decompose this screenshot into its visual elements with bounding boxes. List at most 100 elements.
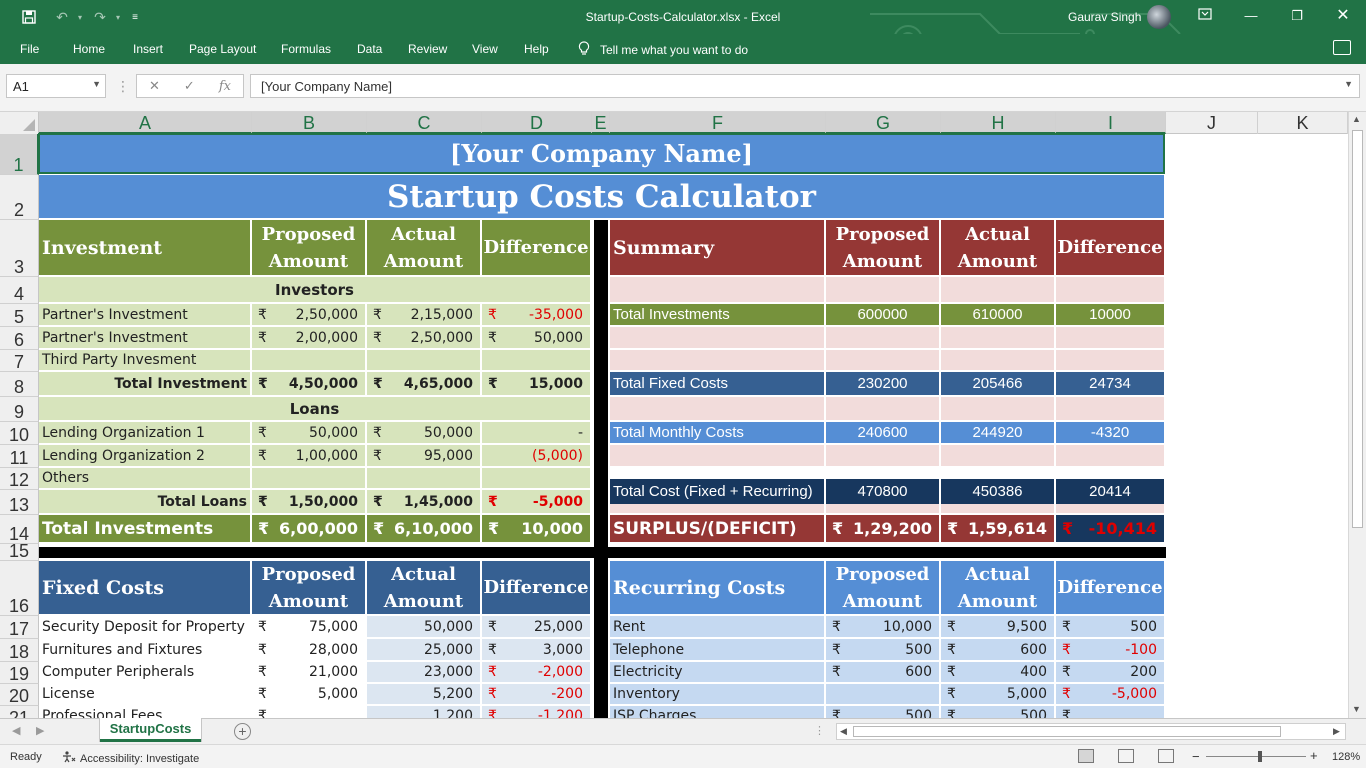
summary-monthly-costs-label[interactable]: Total Monthly Costs xyxy=(610,422,824,443)
fixed-cost-actual-4[interactable]: 5,200 xyxy=(367,684,480,704)
investor-actual-1[interactable]: ₹2,15,000 xyxy=(367,304,480,325)
summary-blank-h7[interactable] xyxy=(941,350,1054,370)
tab-page-layout[interactable]: Page Layout xyxy=(189,42,256,56)
summary-blank-i7[interactable] xyxy=(1056,350,1164,370)
zoom-slider-knob[interactable] xyxy=(1258,751,1262,762)
fixed-cost-proposed-4[interactable]: ₹5,000 xyxy=(252,684,365,704)
tab-review[interactable]: Review xyxy=(408,42,447,56)
column-header-e[interactable]: E xyxy=(592,112,610,134)
accessibility-status[interactable]: Accessibility: Investigate xyxy=(62,751,199,766)
comments-icon[interactable] xyxy=(1333,40,1351,55)
row-header-9[interactable]: 9 xyxy=(0,397,39,422)
fixed-cost-difference-1[interactable]: ₹25,000 xyxy=(482,616,590,637)
row-header-8[interactable]: 8 xyxy=(0,372,39,397)
recurring-cost-actual-3[interactable]: ₹400 xyxy=(941,662,1054,682)
restore-icon[interactable]: ❐ xyxy=(1282,6,1312,26)
investor-difference-3[interactable] xyxy=(482,350,590,370)
total-investment-actual[interactable]: ₹4,65,000 xyxy=(367,372,480,395)
normal-view-icon[interactable] xyxy=(1078,749,1094,763)
investor-name-2[interactable]: Partner's Investment xyxy=(39,327,250,348)
fixed-cost-proposed-5[interactable]: ₹ xyxy=(252,706,365,718)
investor-proposed-2[interactable]: ₹2,00,000 xyxy=(252,327,365,348)
zoom-level[interactable]: 128% xyxy=(1332,751,1360,763)
row-header-14[interactable]: 14 xyxy=(0,515,39,544)
select-all-corner[interactable] xyxy=(0,112,39,134)
recurring-cost-name-3[interactable]: Electricity xyxy=(610,662,824,682)
summary-blank-f4[interactable] xyxy=(610,277,824,302)
surplus-actual[interactable]: ₹1,59,614 xyxy=(941,515,1054,542)
summary-blank-i11[interactable] xyxy=(1056,445,1164,466)
row-header-15[interactable]: 15 xyxy=(0,542,39,561)
column-header-g[interactable]: G xyxy=(826,112,941,134)
user-name[interactable]: Gaurav Singh xyxy=(1068,10,1141,24)
total-investments-actual[interactable]: ₹6,10,000 xyxy=(367,515,480,542)
summary-blank-f6[interactable] xyxy=(610,327,824,348)
formula-input[interactable]: [Your Company Name] ▼ xyxy=(250,74,1360,98)
recurring-cost-name-5[interactable]: ISP Charges xyxy=(610,706,824,718)
row-header-17[interactable]: 17 xyxy=(0,616,39,639)
loan-actual-3[interactable] xyxy=(367,468,480,488)
row-header-12[interactable]: 12 xyxy=(0,468,39,490)
close-icon[interactable]: ✕ xyxy=(1328,6,1358,26)
enter-check-icon[interactable]: ✓ xyxy=(184,78,195,94)
recurring-cost-difference-4[interactable]: ₹ -5,000 xyxy=(1056,684,1164,704)
column-header-k[interactable]: K xyxy=(1258,112,1348,134)
recurring-cost-proposed-1[interactable]: ₹10,000 xyxy=(826,616,939,637)
summary-header-proposed[interactable]: Proposed Amount xyxy=(826,220,939,275)
fixed-cost-name-5[interactable]: Professional Fees xyxy=(39,706,250,718)
column-header-i[interactable]: I xyxy=(1056,112,1166,134)
fixed-costs-header-label[interactable]: Fixed Costs xyxy=(39,561,250,614)
scroll-down-icon[interactable]: ▼ xyxy=(1352,704,1361,714)
surplus-proposed[interactable]: ₹1,29,200 xyxy=(826,515,939,542)
total-investment-proposed[interactable]: ₹4,50,000 xyxy=(252,372,365,395)
fixed-costs-header-proposed[interactable]: Proposed Amount xyxy=(252,561,365,614)
fixed-costs-header-actual[interactable]: Actual Amount xyxy=(367,561,480,614)
surplus-label[interactable]: SURPLUS/(DEFICIT) xyxy=(610,515,824,542)
summary-blank-h11[interactable] xyxy=(941,445,1054,466)
total-loans-label[interactable]: Total Loans xyxy=(39,490,250,513)
loan-name-1[interactable]: Lending Organization 1 xyxy=(39,422,250,443)
total-loans-actual[interactable]: ₹1,45,000 xyxy=(367,490,480,513)
recurring-cost-difference-3[interactable]: ₹200 xyxy=(1056,662,1164,682)
summary-fixed-costs-proposed[interactable]: 230200 xyxy=(826,372,939,395)
summary-blank-i6[interactable] xyxy=(1056,327,1164,348)
insert-function-icon[interactable]: fx xyxy=(219,79,231,94)
total-investments-label[interactable]: Total Investments xyxy=(39,515,250,542)
recurring-costs-header-actual[interactable]: Actual Amount xyxy=(941,561,1054,614)
fixed-cost-difference-4[interactable]: ₹ -200 xyxy=(482,684,590,704)
row-header-7[interactable]: 7 xyxy=(0,350,39,372)
row-header-6[interactable]: 6 xyxy=(0,327,39,350)
recurring-cost-difference-1[interactable]: ₹500 xyxy=(1056,616,1164,637)
recurring-cost-actual-4[interactable]: ₹5,000 xyxy=(941,684,1054,704)
summary-total-cost-bg-proposed[interactable]: 470800 xyxy=(826,479,939,504)
summary-blank-h9[interactable] xyxy=(941,397,1054,420)
loan-proposed-2[interactable]: ₹1,00,000 xyxy=(252,445,365,466)
recurring-costs-header-label[interactable]: Recurring Costs xyxy=(610,561,824,614)
investor-proposed-3[interactable] xyxy=(252,350,365,370)
summary-blank-g11[interactable] xyxy=(826,445,939,466)
row-header-16[interactable]: 16 xyxy=(0,561,39,616)
expand-formula-bar-icon[interactable]: ▼ xyxy=(1344,79,1353,89)
row-header-18[interactable]: 18 xyxy=(0,639,39,662)
investment-header-actual[interactable]: Actual Amount xyxy=(367,220,480,275)
scroll-right-icon[interactable]: ▶ xyxy=(1333,726,1340,737)
avatar[interactable] xyxy=(1147,5,1171,29)
surplus-difference[interactable]: ₹ -10,414 xyxy=(1056,515,1164,542)
loan-proposed-3[interactable] xyxy=(252,468,365,488)
summary-header-label[interactable]: Summary xyxy=(610,220,824,275)
page-layout-view-icon[interactable] xyxy=(1118,749,1134,763)
column-header-c[interactable]: C xyxy=(367,112,482,134)
row-header-21[interactable]: 21 xyxy=(0,706,39,718)
summary-header-actual[interactable]: Actual Amount xyxy=(941,220,1054,275)
calculator-title-cell[interactable]: Startup Costs Calculator xyxy=(39,175,1164,218)
summary-header-difference[interactable]: Difference xyxy=(1056,220,1164,275)
recurring-cost-actual-2[interactable]: ₹600 xyxy=(941,639,1054,660)
sheet-prev-icon[interactable]: ◀ xyxy=(12,724,20,737)
fixed-cost-difference-5[interactable]: ₹ -1,200 xyxy=(482,706,590,718)
investor-actual-3[interactable] xyxy=(367,350,480,370)
fixed-cost-difference-3[interactable]: ₹ -2,000 xyxy=(482,662,590,682)
tell-me-box[interactable]: Tell me what you want to do xyxy=(578,41,748,59)
cancel-icon[interactable]: ✕ xyxy=(149,78,160,94)
recurring-costs-header-difference[interactable]: Difference xyxy=(1056,561,1164,614)
formula-bar-splitter-icon[interactable]: ⋮ xyxy=(116,78,130,95)
